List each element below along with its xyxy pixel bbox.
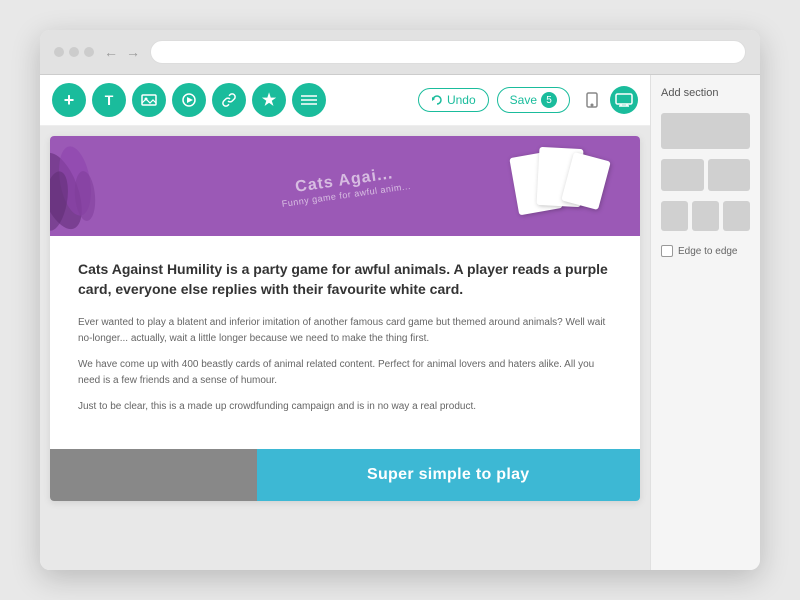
content-section: Cats Against Humility is a party game fo… [50, 236, 640, 449]
video-element-button[interactable] [172, 83, 206, 117]
browser-dot-yellow [69, 47, 79, 57]
section-template-single[interactable] [661, 113, 750, 149]
edge-to-edge-row: Edge to edge [661, 245, 750, 257]
image-element-button[interactable] [132, 83, 166, 117]
browser-titlebar: ← → [40, 30, 760, 75]
address-bar[interactable] [150, 40, 746, 64]
settings-element-button[interactable] [292, 83, 326, 117]
edge-to-edge-checkbox[interactable] [661, 245, 673, 257]
browser-dot-green [84, 47, 94, 57]
right-sidebar: Add section Edge to edge [650, 75, 760, 570]
text-element-button[interactable]: T [92, 83, 126, 117]
link-element-button[interactable] [212, 83, 246, 117]
cta-left-block [50, 449, 257, 501]
browser-dot-red [54, 47, 64, 57]
section-template-half-right[interactable] [708, 159, 751, 191]
section-template-third-3[interactable] [723, 201, 750, 231]
toolbar-right: Undo Save 5 [418, 86, 638, 114]
cta-section: Super simple to play [50, 449, 640, 501]
toolbar: + T [40, 75, 650, 126]
section-template-third-1[interactable] [661, 201, 688, 231]
editor-area: + T [40, 75, 650, 570]
hero-section: Cats Agai... Funny game for awful anim..… [50, 136, 640, 236]
browser-dots [54, 47, 94, 57]
star-element-button[interactable]: ★ [252, 83, 286, 117]
browser-window: ← → + T [40, 30, 760, 570]
content-paragraph1: Ever wanted to play a blatent and inferi… [78, 315, 612, 347]
section-template-third-2[interactable] [692, 201, 719, 231]
undo-label: Undo [447, 93, 476, 107]
toolbar-left: + T [52, 83, 326, 117]
page-inner: Cats Agai... Funny game for awful anim..… [50, 136, 640, 501]
add-element-button[interactable]: + [52, 83, 86, 117]
section-template-row-halves [661, 159, 750, 191]
page-canvas[interactable]: Cats Agai... Funny game for awful anim..… [40, 126, 650, 570]
card-decoration [484, 146, 610, 204]
section-template-row-thirds [661, 201, 750, 231]
content-paragraph3: Just to be clear, this is a made up crow… [78, 399, 612, 415]
save-label: Save [510, 93, 537, 107]
forward-button[interactable]: → [126, 44, 140, 60]
desktop-view-button[interactable] [610, 86, 638, 114]
cta-right-block[interactable]: Super simple to play [257, 449, 641, 501]
browser-content: + T [40, 75, 760, 570]
mobile-view-button[interactable] [578, 86, 606, 114]
back-button[interactable]: ← [104, 44, 118, 60]
content-headline: Cats Against Humility is a party game fo… [78, 260, 612, 299]
content-paragraph2: We have come up with 400 beastly cards o… [78, 357, 612, 389]
undo-button[interactable]: Undo [418, 88, 489, 112]
edge-to-edge-label: Edge to edge [678, 246, 738, 257]
save-count: 5 [541, 92, 557, 108]
hero-text-overlay: Cats Agai... Funny game for awful anim..… [279, 163, 412, 209]
add-section-title: Add section [661, 87, 750, 99]
plant-decoration [50, 146, 130, 236]
cta-text: Super simple to play [367, 466, 529, 484]
save-button[interactable]: Save 5 [497, 87, 570, 113]
device-toggle [578, 86, 638, 114]
browser-nav: ← → [104, 44, 140, 60]
section-template-half-left[interactable] [661, 159, 704, 191]
